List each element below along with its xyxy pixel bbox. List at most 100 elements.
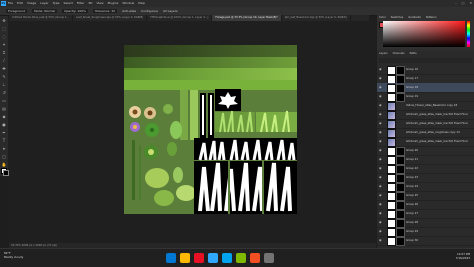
layer-name[interactable]: Group 24 [406,182,468,191]
minimize-button[interactable]: – [455,1,457,6]
menu-filter[interactable]: Filter [77,1,84,6]
option-source[interactable]: Foreground [6,9,28,13]
visibility-eye-icon[interactable]: ◉ [379,103,382,107]
foliage-atlas-canvas[interactable] [124,45,297,214]
visibility-eye-icon[interactable]: ◉ [379,220,382,224]
option-all-layers[interactable]: All Layers [163,9,178,13]
layer-name[interactable]: Group 18 [406,83,468,92]
dodge-tool-icon[interactable]: ● [1,122,7,128]
close-button[interactable]: ✕ [469,1,472,6]
taskbar-app-icon[interactable] [194,253,204,263]
taskbar-app-icon[interactable] [208,253,218,263]
hue-slider[interactable] [467,21,470,47]
option-tolerance[interactable]: Tolerance: 32 [92,9,118,13]
brush-tool-icon[interactable]: ✎ [1,74,7,80]
color-picker-field[interactable] [383,21,465,47]
path-selection-tool-icon[interactable]: ➤ [1,146,7,152]
taskbar-app-icon[interactable] [264,253,274,263]
visibility-eye-icon[interactable]: ◉ [379,148,382,152]
layer-name[interactable]: Group 28 [406,218,468,227]
weather-widget[interactable]: 82°F Mostly cloudy [4,251,23,259]
taskbar-app-icon[interactable] [166,253,176,263]
layer-name[interactable]: Group 23 [406,173,468,182]
layer-name[interactable]: Group 17 [406,74,468,83]
layer-name[interactable]: Ghidorah_grass_atlas_mask_low Poll Fixed… [406,110,468,119]
visibility-eye-icon[interactable]: ◉ [379,238,382,242]
visibility-eye-icon[interactable]: ◉ [379,121,382,125]
menu-window[interactable]: Window [122,1,134,6]
visibility-eye-icon[interactable]: ◉ [379,67,382,71]
shape-tool-icon[interactable]: ▢ [1,154,7,160]
visibility-eye-icon[interactable]: ◉ [379,76,382,80]
tab-swatches[interactable]: Swatches [391,16,403,20]
menu-3d[interactable]: 3D [88,1,92,6]
magic-wand-tool-icon[interactable]: ✦ [1,42,7,48]
taskbar-app-icon[interactable] [236,253,246,263]
tab-gradients[interactable]: Gradients [408,16,421,20]
clone-stamp-tool-icon[interactable]: ⊥ [1,82,7,88]
type-tool-icon[interactable]: T [1,138,7,144]
tab-layers[interactable]: Layers [379,52,388,56]
menu-layer[interactable]: Layer [40,1,48,6]
marquee-tool-icon[interactable]: ⬚ [1,26,7,32]
layer-name[interactable]: Ghidorah_grass_atlas_roughness copy 14 [406,128,468,137]
pen-tool-icon[interactable]: ✒ [1,130,7,136]
healing-brush-tool-icon[interactable]: ✚ [1,66,7,72]
layer-name[interactable]: Group 29 [406,227,468,236]
layer-name[interactable]: Ghidorah_grass_atlas_mask_low Poll Fixed… [406,137,468,146]
layer-name[interactable]: Group 21 [406,155,468,164]
tab-paths[interactable]: Paths [410,52,417,56]
layer-row[interactable]: ◉ Group 30 [377,236,474,246]
tab-color[interactable]: Color [379,16,386,20]
layer-name[interactable]: Group 16 [406,65,468,74]
layer-name[interactable]: Group 22 [406,164,468,173]
layer-name[interactable]: Group 30 [406,236,468,245]
tab-channels[interactable]: Channels [393,52,405,56]
taskbar-app-icon[interactable] [250,253,260,263]
visibility-eye-icon[interactable]: ◉ [379,229,382,233]
menu-plugins[interactable]: Plugins [108,1,119,6]
menu-image[interactable]: Image [27,1,36,6]
visibility-eye-icon[interactable]: ◉ [379,112,382,116]
option-anti-alias[interactable]: Anti-alias [122,9,136,13]
layer-name[interactable]: Group 25 [406,191,468,200]
menu-help[interactable]: Help [138,1,145,6]
visibility-eye-icon[interactable]: ◉ [379,175,382,179]
visibility-eye-icon[interactable]: ◉ [379,157,382,161]
menu-view[interactable]: View [96,1,103,6]
maximize-button[interactable]: □ [462,1,465,6]
visibility-eye-icon[interactable]: ◉ [379,130,382,134]
system-tray-clock[interactable]: 12:07 PM 7/16/2023 [456,252,470,260]
taskbar-app-icon[interactable] [222,253,232,263]
option-mode[interactable]: Mode: Normal [32,9,58,13]
eyedropper-tool-icon[interactable]: ⁄ [1,58,7,64]
menu-type[interactable]: Type [53,1,60,6]
visibility-eye-icon[interactable]: ◉ [379,184,382,188]
option-opacity[interactable]: Opacity: 100% [62,9,88,13]
layer-name[interactable]: Yellow_Flower_Atlas_BaseColor copy 18 [406,101,468,110]
option-contiguous[interactable]: Contiguous [141,9,158,13]
layer-name[interactable]: Group 19 [406,92,468,101]
visibility-eye-icon[interactable]: ◉ [379,166,382,170]
history-brush-tool-icon[interactable]: ↺ [1,90,7,96]
photoshop-logo-icon[interactable]: Ps [1,1,6,6]
blur-tool-icon[interactable]: ◆ [1,114,7,120]
visibility-eye-icon[interactable]: ◉ [379,202,382,206]
visibility-eye-icon[interactable]: ◉ [379,193,382,197]
lasso-tool-icon[interactable]: ◌ [1,34,7,40]
menu-select[interactable]: Select [64,1,73,6]
visibility-eye-icon[interactable]: ◉ [379,85,382,89]
gradient-tool-icon[interactable]: ▤ [1,106,7,112]
visibility-eye-icon[interactable]: ◉ [379,139,382,143]
layer-name[interactable]: Group 26 [406,200,468,209]
menu-file[interactable]: File [8,1,13,6]
crop-tool-icon[interactable]: ⌗ [1,50,7,56]
layer-name[interactable]: Group 27 [406,209,468,218]
move-tool-icon[interactable]: ✥ [1,18,7,24]
taskbar-app-icon[interactable] [180,253,190,263]
eraser-tool-icon[interactable]: ▭ [1,98,7,104]
visibility-eye-icon[interactable]: ◉ [379,211,382,215]
visibility-eye-icon[interactable]: ◉ [379,94,382,98]
tab-patterns[interactable]: Patterns [426,16,437,20]
layer-filter-controls[interactable] [379,58,472,63]
